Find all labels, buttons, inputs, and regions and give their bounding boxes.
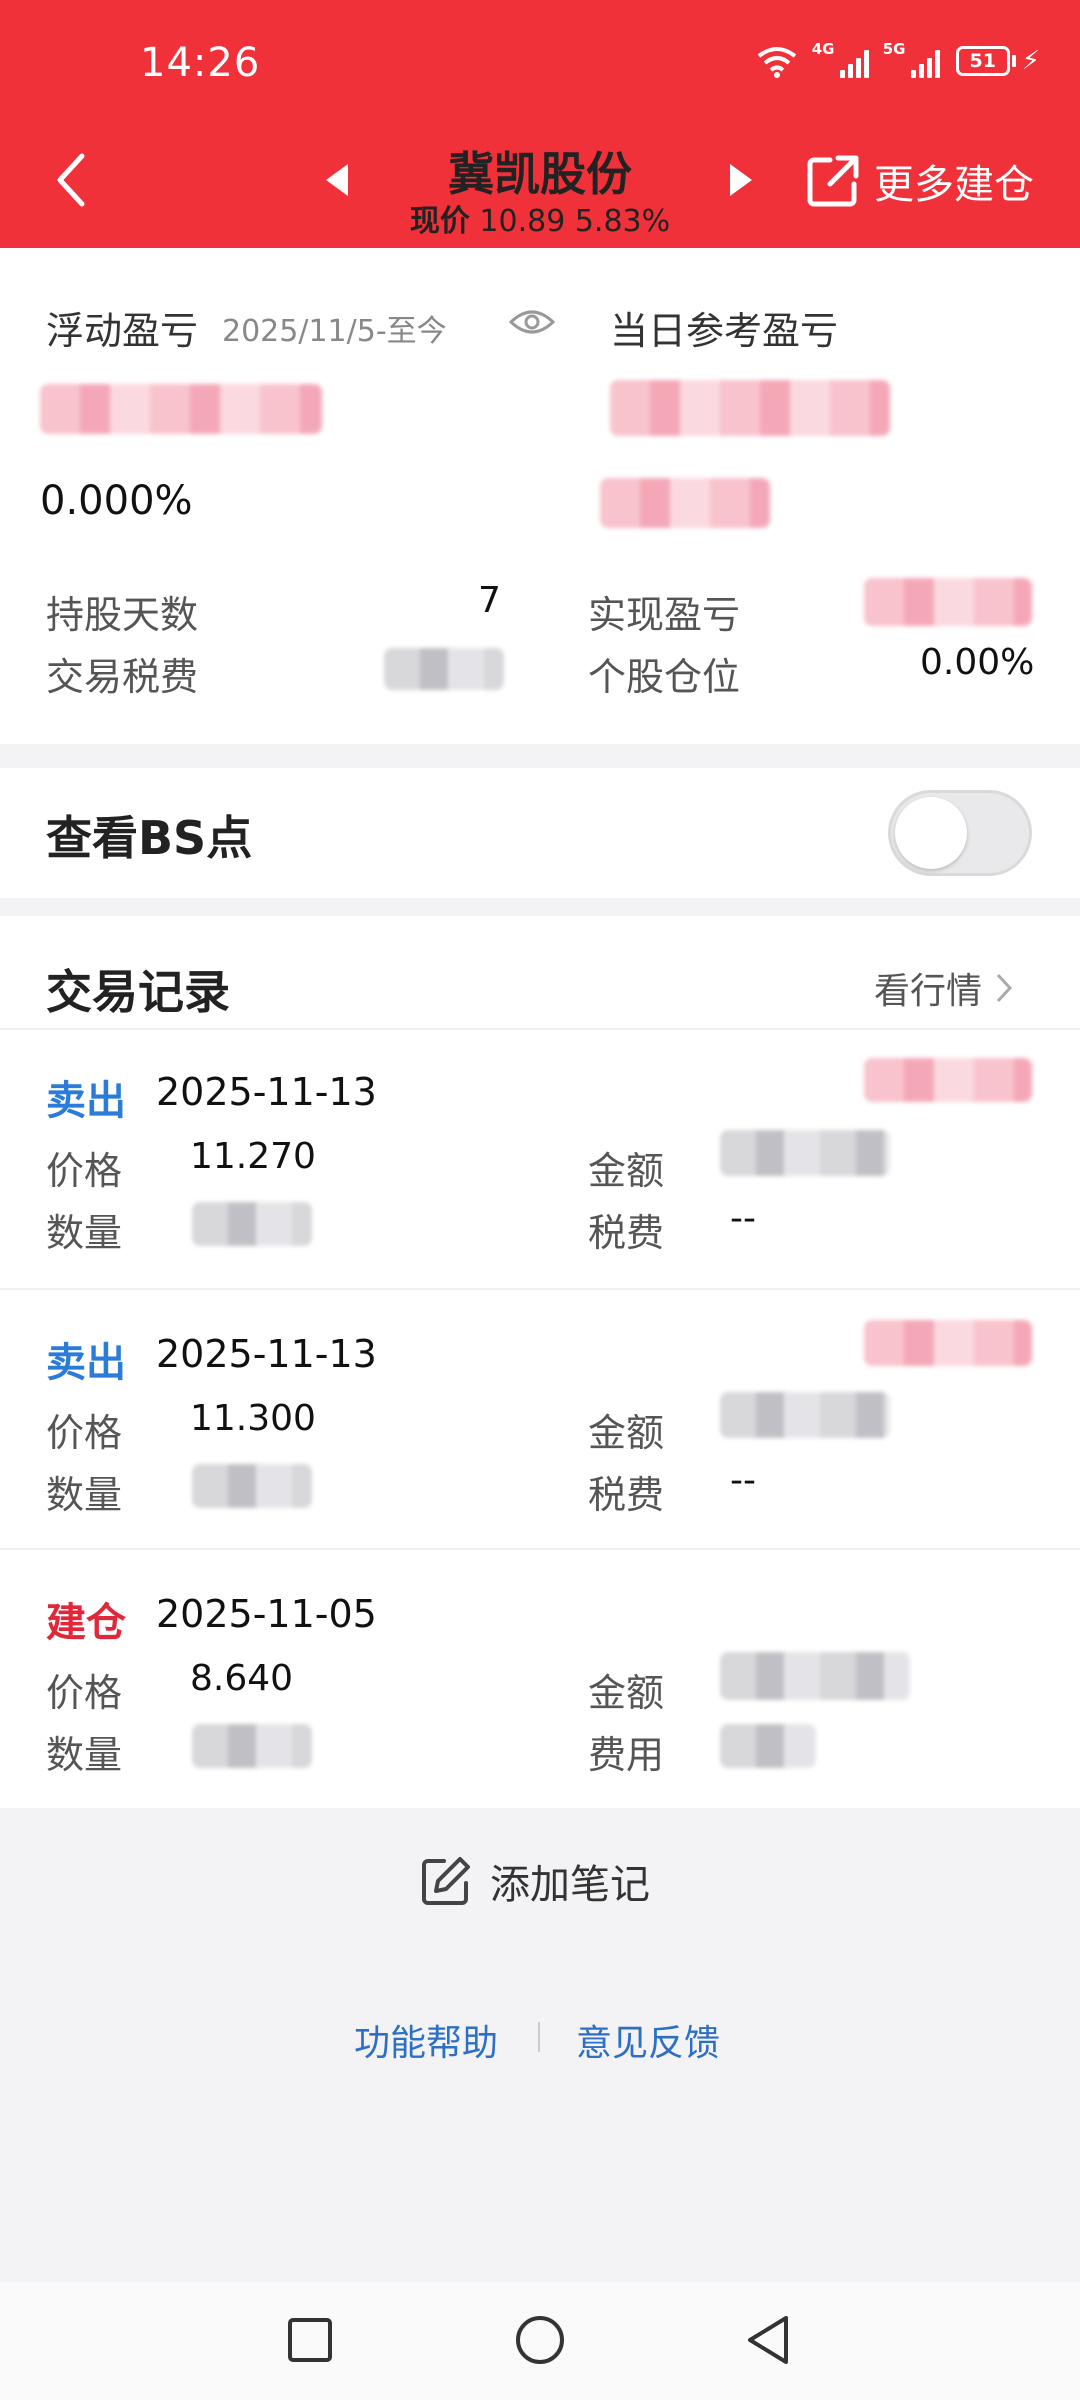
holding-days-value: 7 (478, 580, 501, 621)
tax-label: 税费 (588, 1211, 665, 1255)
back-arrow-icon[interactable] (48, 150, 98, 210)
view-market-link[interactable]: 看行情 (874, 962, 1014, 1014)
tax-label: 税费 (588, 1473, 665, 1517)
wifi-icon (757, 47, 796, 78)
battery-level: 51 (969, 50, 996, 72)
add-note-label: 添加笔记 (490, 1862, 650, 1908)
footer-divider (538, 2022, 540, 2052)
position-value: 0.00% (920, 642, 1035, 683)
trade-price: 11.270 (190, 1136, 316, 1177)
realized-pnl-value-redacted (864, 578, 1032, 626)
eye-icon[interactable] (508, 306, 556, 338)
signal-icon: 5G (883, 40, 940, 78)
trade-quantity-redacted (192, 1464, 312, 1508)
battery-icon: 51 ⚡ (955, 46, 1040, 76)
daily-pnl-label: 当日参考盈亏 (610, 309, 839, 353)
floating-pnl-percent: 0.000% (40, 478, 193, 524)
triangle-right-icon[interactable] (726, 162, 756, 198)
trade-price: 8.640 (190, 1658, 294, 1699)
add-note-button[interactable]: 添加笔记 (420, 1852, 650, 1910)
realized-pnl-label: 实现盈亏 (588, 593, 741, 637)
fee-label: 费用 (588, 1733, 665, 1777)
trade-price: 11.300 (190, 1398, 316, 1439)
price-label: 价格 (46, 1411, 123, 1455)
triangle-back-nav-icon[interactable] (744, 2314, 792, 2366)
amount-label: 金额 (588, 1411, 665, 1455)
floating-pnl-label: 浮动盈亏 (46, 309, 199, 353)
triangle-left-icon[interactable] (322, 162, 352, 198)
feedback-link[interactable]: 意见反馈 (576, 2014, 720, 2066)
charging-icon: ⚡ (1021, 46, 1040, 76)
daily-pnl-value-redacted (610, 380, 890, 436)
quantity-label: 数量 (46, 1473, 123, 1517)
amount-label: 金额 (588, 1671, 665, 1715)
more-build-button[interactable]: 更多建仓 (806, 152, 1034, 210)
trade-quantity-redacted (192, 1724, 312, 1768)
trade-tax-label: 交易税费 (46, 655, 199, 699)
trade-record-item[interactable] (0, 1550, 1080, 1808)
help-link[interactable]: 功能帮助 (354, 2014, 498, 2066)
chevron-right-icon (996, 973, 1013, 1003)
floating-pnl-value-redacted (40, 384, 322, 434)
quantity-label: 数量 (46, 1211, 123, 1255)
status-time: 14:26 (140, 40, 261, 86)
circle-nav-icon[interactable] (514, 2314, 566, 2366)
quantity-label: 数量 (46, 1733, 123, 1777)
bs-points-toggle[interactable] (888, 790, 1032, 876)
date-range: 2025/11/5-至今 (222, 314, 447, 349)
stock-title: 冀凯股份 (448, 147, 632, 201)
price-label: 现价 (409, 204, 470, 239)
signal-icon: 4G (812, 40, 869, 78)
trade-pnl-redacted (864, 1058, 1032, 1102)
trade-quantity-redacted (192, 1202, 312, 1246)
price-label: 价格 (46, 1149, 123, 1193)
square-nav-icon[interactable] (286, 2316, 334, 2364)
trade-date: 2025-11-05 (156, 1592, 377, 1636)
more-build-label: 更多建仓 (874, 162, 1034, 208)
network-type-label: 4G (811, 40, 835, 58)
trade-amount-redacted (720, 1652, 910, 1700)
price-label: 价格 (46, 1671, 123, 1715)
trade-date: 2025-11-13 (156, 1332, 377, 1376)
holding-days-label: 持股天数 (46, 593, 199, 637)
network-type-label: 5G (882, 40, 906, 58)
trade-type: 卖出 (46, 1340, 126, 1386)
trade-pnl-redacted (864, 1320, 1032, 1366)
trade-amount-redacted (720, 1130, 890, 1176)
trade-tax-value: -- (730, 1198, 756, 1239)
trade-tax-value-redacted (384, 648, 504, 690)
external-link-icon (807, 155, 859, 207)
amount-label: 金额 (588, 1149, 665, 1193)
trade-type: 建仓 (46, 1600, 126, 1646)
trade-tax-value: -- (730, 1460, 756, 1501)
status-icons: 4G 5G 51 ⚡ (756, 40, 1040, 78)
current-price: 10.89 (479, 204, 566, 239)
view-market-label: 看行情 (874, 971, 983, 1012)
bs-points-label: 查看BS点 (46, 811, 253, 865)
current-price-line: 现价 10.89 5.83% (380, 196, 700, 240)
trade-fee-redacted (720, 1724, 816, 1768)
position-label: 个股仓位 (588, 655, 741, 699)
trade-date: 2025-11-13 (156, 1070, 377, 1114)
trade-amount-redacted (720, 1392, 890, 1438)
edit-icon (422, 1857, 470, 1905)
price-change: 5.83% (574, 204, 671, 239)
daily-pnl-percent-redacted (600, 478, 770, 528)
trade-type: 卖出 (46, 1078, 126, 1124)
trade-records-title: 交易记录 (46, 965, 230, 1019)
